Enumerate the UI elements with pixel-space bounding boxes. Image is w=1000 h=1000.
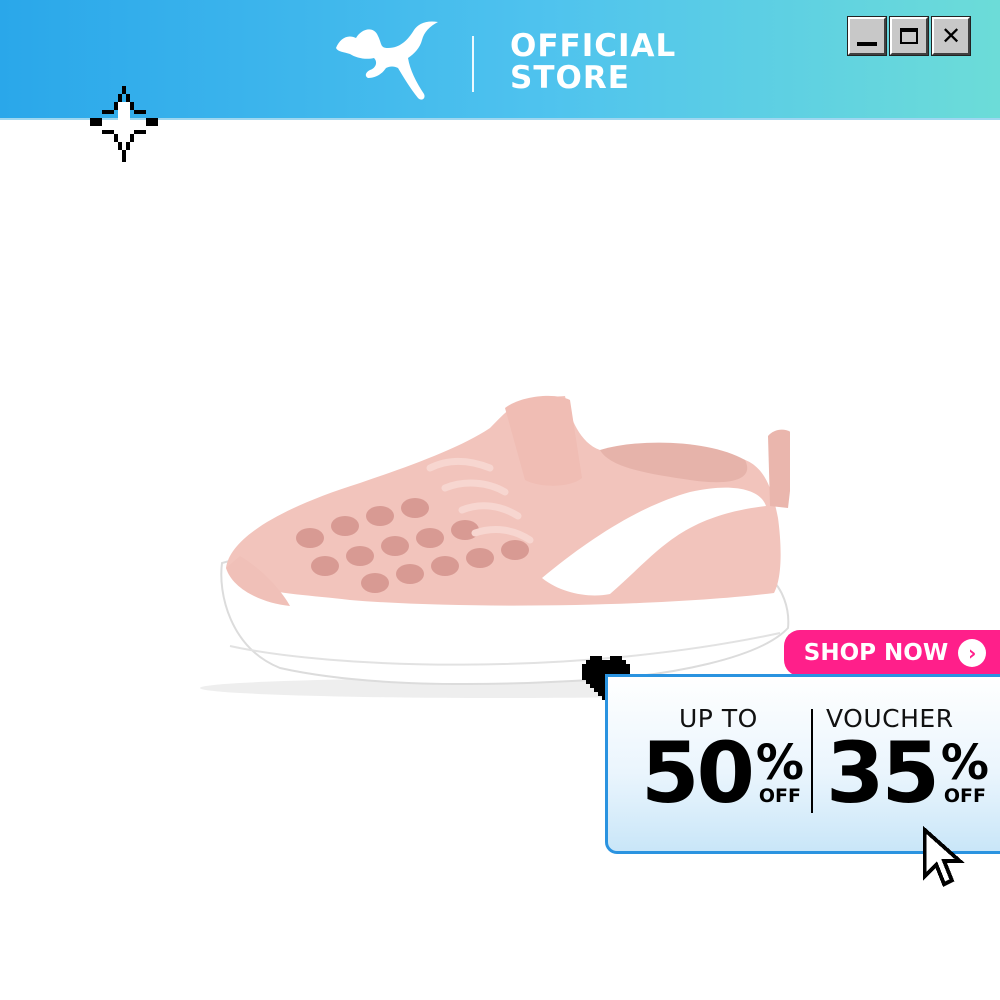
puma-logo-icon[interactable] — [334, 18, 442, 104]
pixel-sparkle-icon — [90, 86, 158, 162]
header-divider — [472, 36, 474, 92]
promo-voucher-percent: % — [940, 735, 989, 791]
promo-discount-percent: % — [755, 735, 804, 791]
minimize-icon — [857, 42, 877, 46]
promo-voucher-value: 35 — [826, 724, 940, 822]
store-title: OFFICIAL STORE — [510, 30, 676, 94]
chevron-right-icon: › — [958, 639, 987, 667]
shop-now-button[interactable]: SHOP NOW › — [784, 630, 1000, 676]
promo-voucher: VOUCHER 35 % OFF — [826, 705, 989, 822]
window-controls: ✕ — [847, 16, 971, 56]
promo-divider — [811, 709, 813, 813]
close-button[interactable]: ✕ — [931, 16, 971, 56]
minimize-button[interactable] — [847, 16, 887, 56]
store-title-line1: OFFICIAL — [510, 28, 677, 64]
promo-discount-value: 50 — [641, 724, 755, 822]
maximize-button[interactable] — [889, 16, 929, 56]
shop-now-label: SHOP NOW — [803, 640, 949, 666]
maximize-icon — [900, 28, 918, 44]
pixel-cursor-icon — [922, 826, 965, 887]
promo-discount: UP TO 50 % OFF — [641, 705, 804, 822]
close-icon: ✕ — [940, 22, 962, 50]
product-shoe-image[interactable] — [170, 388, 790, 708]
store-title-line2: STORE — [510, 60, 630, 96]
promo-discount-suffix: OFF — [758, 785, 802, 807]
promo-voucher-suffix: OFF — [943, 785, 987, 807]
